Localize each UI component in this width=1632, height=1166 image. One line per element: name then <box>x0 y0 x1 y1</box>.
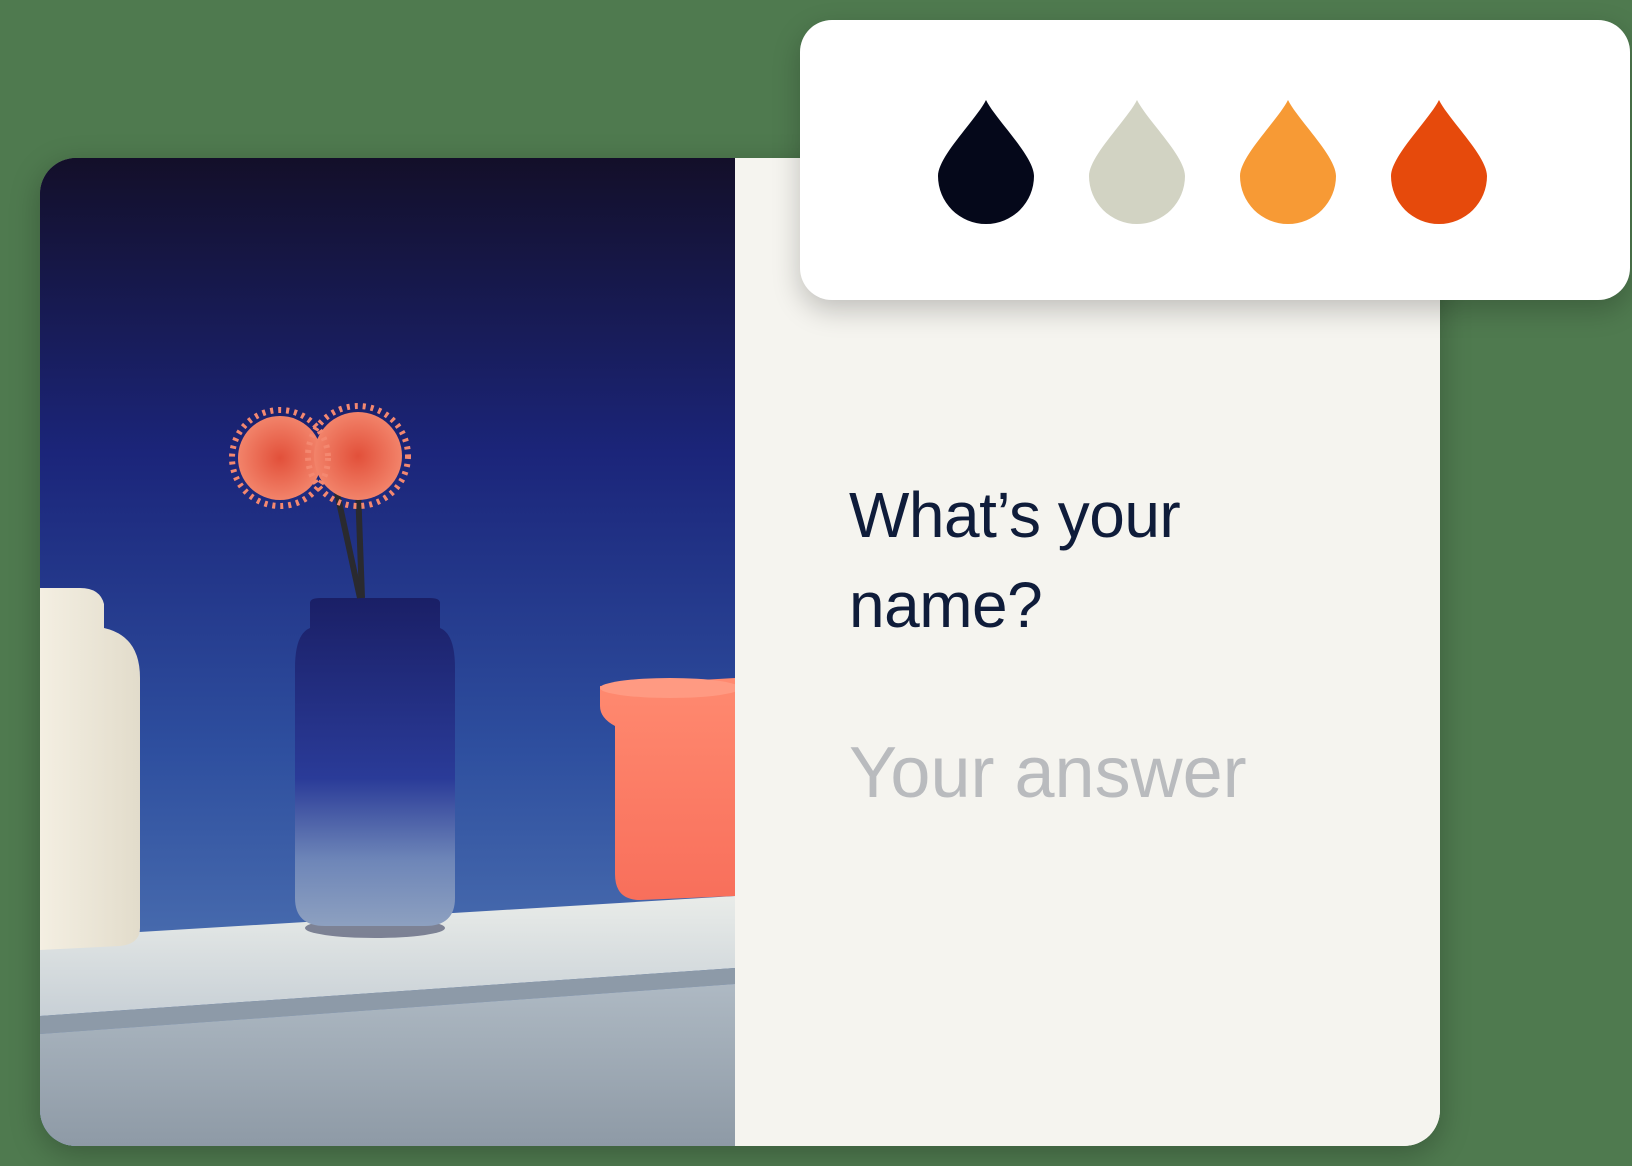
droplet-icon <box>1089 100 1185 224</box>
swatch-sage-gray[interactable] <box>1089 100 1185 224</box>
question-panel: What’s your name? <box>735 158 1440 1146</box>
swatch-red-orange[interactable] <box>1391 100 1487 224</box>
swatch-orange[interactable] <box>1240 100 1336 224</box>
question-title: What’s your name? <box>849 479 1181 641</box>
form-card: What’s your name? <box>40 158 1440 1146</box>
droplet-icon <box>938 100 1034 224</box>
droplet-icon <box>1391 100 1487 224</box>
vase-illustration <box>40 158 735 1146</box>
answer-input[interactable] <box>849 718 1369 828</box>
color-palette-card <box>800 20 1630 300</box>
vase-photo <box>40 158 735 1146</box>
droplet-icon <box>1240 100 1336 224</box>
swatch-navy-black[interactable] <box>938 100 1034 224</box>
